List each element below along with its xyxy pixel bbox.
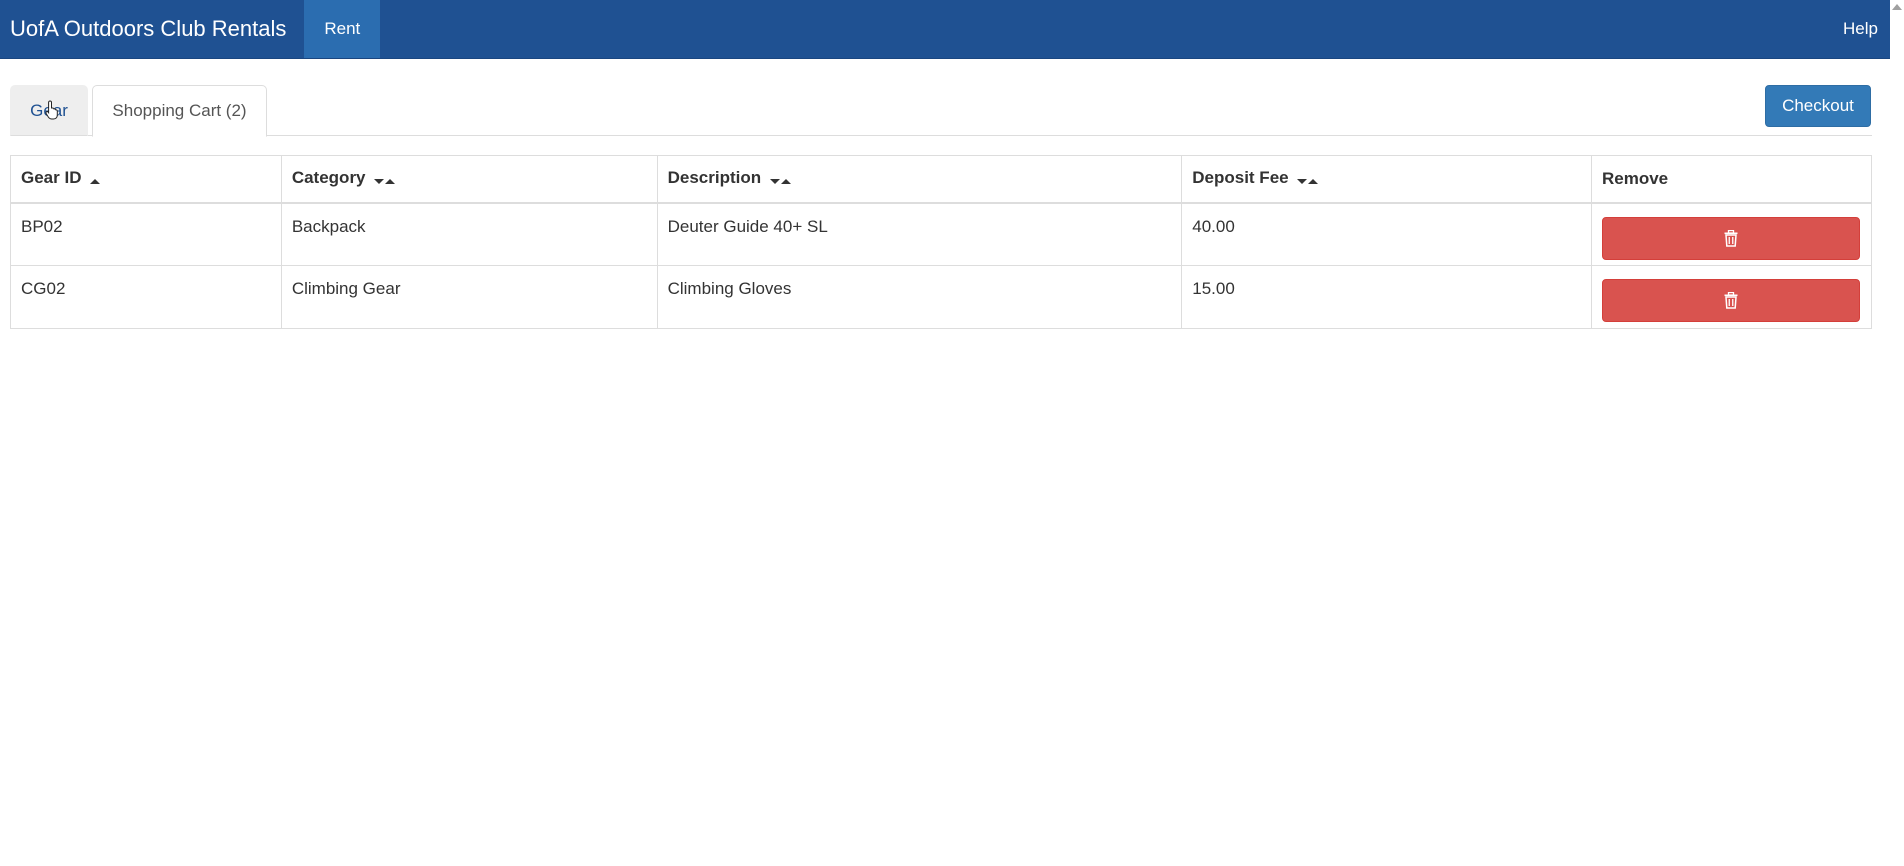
header-gear-id-label: Gear ID (21, 168, 82, 188)
cell-deposit-fee: 15.00 (1181, 265, 1592, 329)
top-navbar: UofA Outdoors Club Rentals Rent Help (0, 0, 1890, 59)
table-row: CG02 Climbing Gear Climbing Gloves 15.00 (10, 265, 1873, 329)
sort-icon (89, 169, 101, 189)
header-category-label: Category (291, 168, 366, 188)
header-remove: Remove (1590, 155, 1873, 204)
header-remove-label: Remove (1601, 168, 1669, 188)
cell-description: Deuter Guide 40+ SL (656, 202, 1183, 266)
tab-shopping-cart[interactable]: Shopping Cart (2) (92, 85, 267, 137)
trash-icon (1724, 229, 1738, 247)
nav-rent[interactable]: Rent (304, 0, 381, 58)
nav-help[interactable]: Help (1823, 0, 1890, 58)
cart-table: Gear ID Category Description Deposit Fee… (10, 155, 1873, 329)
table-row: BP02 Backpack Deuter Guide 40+ SL 40.00 (10, 202, 1873, 266)
tab-gear[interactable]: Gear (10, 85, 88, 136)
sort-icon (1296, 169, 1319, 189)
cell-deposit-fee: 40.00 (1181, 202, 1592, 266)
header-deposit-fee[interactable]: Deposit Fee (1181, 155, 1592, 204)
remove-button[interactable] (1601, 216, 1860, 260)
remove-button[interactable] (1601, 279, 1860, 322)
cell-gear-id: BP02 (10, 202, 282, 266)
cell-description: Climbing Gloves (656, 265, 1183, 329)
header-deposit-fee-label: Deposit Fee (1192, 168, 1289, 188)
sort-icon (373, 169, 396, 189)
hand-cursor-icon (45, 100, 58, 120)
sort-icon (769, 169, 791, 189)
header-gear-id[interactable]: Gear ID (10, 155, 282, 204)
cell-category: Climbing Gear (280, 265, 658, 329)
scroll-up-arrow-icon[interactable] (1892, 4, 1902, 10)
cell-remove (1590, 265, 1873, 329)
tab-bar: Gear Shopping Cart (2) (10, 85, 1872, 137)
checkout-button[interactable]: Checkout (1765, 85, 1871, 127)
vertical-scrollbar[interactable] (1890, 0, 1904, 866)
header-category[interactable]: Category (280, 155, 658, 204)
cell-category: Backpack (280, 202, 658, 266)
cell-remove (1590, 202, 1873, 266)
header-description-label: Description (667, 168, 762, 188)
trash-icon (1724, 292, 1738, 309)
brand-title[interactable]: UofA Outdoors Club Rentals (0, 0, 304, 58)
table-header-row: Gear ID Category Description Deposit Fee… (10, 155, 1873, 204)
header-description[interactable]: Description (656, 155, 1183, 204)
cell-gear-id: CG02 (10, 265, 282, 329)
